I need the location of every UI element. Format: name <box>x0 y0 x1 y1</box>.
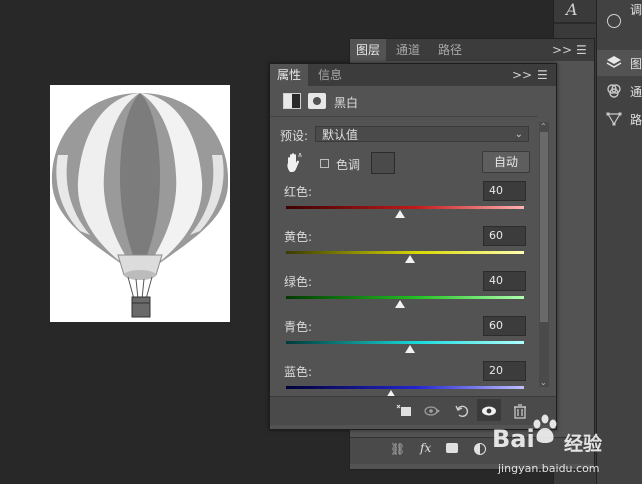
scroll-down-icon[interactable]: ⌄ <box>540 378 547 387</box>
preset-label: 预设: <box>280 129 309 143</box>
tab-channels[interactable]: 通道 <box>390 39 426 61</box>
dock-panel-list: 调 图 通 路 <box>596 0 642 484</box>
properties-menu-icon[interactable]: ☰ <box>537 64 548 86</box>
watermark-url: jingyan.baidu.com <box>498 462 600 475</box>
dock-item-channels[interactable]: 通 <box>597 78 642 104</box>
slider-track[interactable] <box>286 341 524 344</box>
layers-menu-icon[interactable]: ☰ <box>576 39 587 61</box>
properties-panel: 属性 信息 >> ☰ 黑白 预设: 默认值 ⌄ 色调 自动 红色: 40 黄色: 60… <box>269 63 557 430</box>
tab-info[interactable]: 信息 <box>311 64 349 86</box>
properties-panel-tabs: 属性 信息 >> ☰ <box>270 64 556 86</box>
auto-button[interactable]: 自动 <box>482 151 530 173</box>
scrollbar-thumb[interactable] <box>540 132 548 322</box>
black-white-adjustment-icon <box>283 93 301 109</box>
slider-value-input[interactable]: 20 <box>483 361 526 381</box>
scroll-up-icon[interactable]: ⌃ <box>540 122 547 131</box>
layers-panel-tabs: 图层 通道 路径 >> ☰ <box>350 39 594 61</box>
fx-icon[interactable]: fx <box>420 441 431 455</box>
tint-color-swatch[interactable] <box>371 152 395 174</box>
preset-select[interactable]: 默认值 ⌄ <box>315 126 529 142</box>
chevron-down-icon: ⌄ <box>514 129 523 140</box>
slider-track[interactable] <box>286 296 524 299</box>
new-adjustment-icon[interactable] <box>474 443 486 455</box>
mask-icon[interactable] <box>308 93 326 109</box>
layers-icon <box>606 56 622 68</box>
slider-value-input[interactable]: 60 <box>483 316 526 336</box>
properties-collapse-button[interactable]: >> <box>512 64 532 86</box>
tint-label: 色调 <box>336 158 361 172</box>
slider-label: 红色: <box>284 185 313 199</box>
link-layers-icon[interactable]: ⛓ <box>390 442 405 456</box>
clip-to-layer-icon[interactable] <box>396 403 412 419</box>
view-previous-state-icon[interactable] <box>424 403 440 419</box>
slider-label: 青色: <box>284 320 313 334</box>
tint-checkbox[interactable] <box>320 159 329 168</box>
dock-item-paths[interactable]: 路 <box>597 106 642 132</box>
slider-label: 绿色: <box>284 275 313 289</box>
adjustment-name: 黑白 <box>334 96 359 110</box>
watermark-brand: Bai <box>492 425 535 453</box>
channels-icon <box>607 84 621 98</box>
character-panel-icon[interactable]: A <box>566 0 586 20</box>
add-mask-icon[interactable] <box>446 443 458 453</box>
document-canvas[interactable] <box>50 85 230 322</box>
tab-paths[interactable]: 路径 <box>432 39 468 61</box>
tab-layers[interactable]: 图层 <box>350 39 387 61</box>
slider-value-input[interactable]: 60 <box>483 226 526 246</box>
slider-thumb[interactable] <box>404 345 415 353</box>
slider-thumb[interactable] <box>404 255 415 263</box>
slider-track[interactable] <box>286 251 524 254</box>
slider-label: 黄色: <box>284 230 313 244</box>
watermark-brand-cn: 经验 <box>564 433 603 455</box>
baidu-jingyan-watermark: Bai 经验 jingyan.baidu.com <box>492 413 642 484</box>
tab-properties[interactable]: 属性 <box>270 64 309 86</box>
slider-track[interactable] <box>286 386 524 389</box>
slider-label: 蓝色: <box>284 365 313 379</box>
dock-item-layers[interactable]: 图 <box>597 50 642 76</box>
slider-value-input[interactable]: 40 <box>483 271 526 291</box>
hot-air-balloon-image <box>51 93 229 318</box>
slider-track[interactable] <box>286 206 524 209</box>
adjustments-icon <box>607 14 621 28</box>
paths-icon <box>606 112 622 126</box>
properties-scrollbar[interactable]: ⌃ ⌄ <box>539 122 549 387</box>
slider-thumb[interactable] <box>395 300 406 308</box>
slider-value-input[interactable]: 40 <box>483 181 526 201</box>
slider-thumb[interactable] <box>395 210 406 218</box>
reset-icon[interactable] <box>454 403 470 419</box>
targeted-adjustment-hand-icon[interactable] <box>284 152 304 174</box>
layers-collapse-button[interactable]: >> <box>552 39 572 61</box>
divider <box>270 116 538 117</box>
